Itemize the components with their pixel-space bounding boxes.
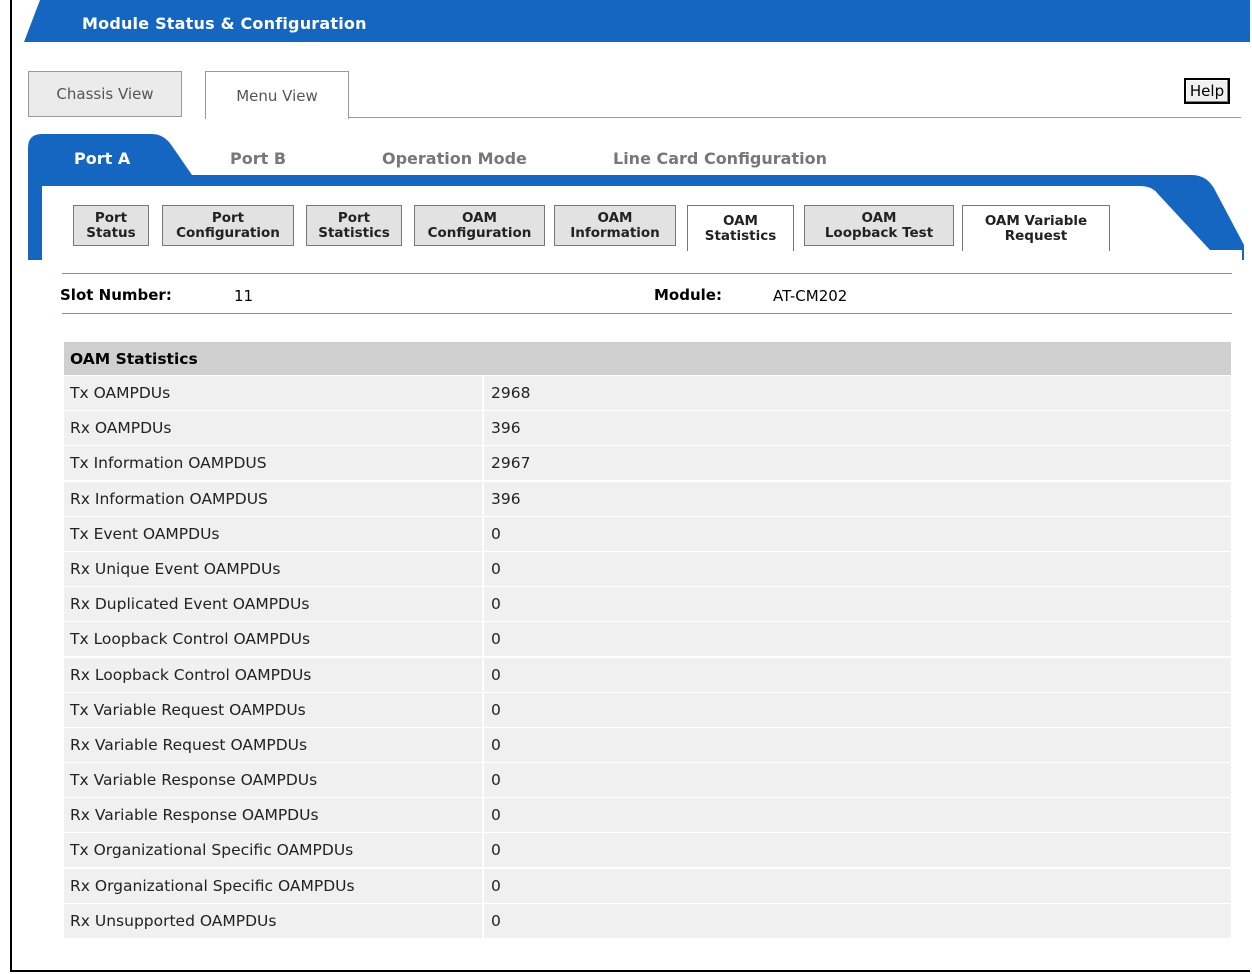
subtab-oam-statistics[interactable]: OAM Statistics [687,205,794,251]
stat-value: 0 [484,657,1231,692]
table-row: Rx Loopback Control OAMPDUs 0 [64,657,1231,692]
stat-value: 0 [484,516,1231,551]
stat-name: Tx Event OAMPDUs [64,516,482,551]
stat-value: 0 [484,551,1231,586]
stat-name: Tx Information OAMPDUS [64,446,482,481]
subtab-line2: Configuration [427,224,532,241]
stat-name: Tx Variable Request OAMPDUs [64,692,482,727]
subtab-line2: Request [1004,227,1068,244]
stat-value: 0 [484,833,1231,868]
tab-menu-view[interactable]: Menu View [205,71,349,119]
table-row: Rx Variable Request OAMPDUs 0 [64,727,1231,762]
subtab-line2: Configuration [176,224,280,241]
stat-name: Rx Unique Event OAMPDUs [64,551,482,586]
table-header: OAM Statistics [64,342,1231,375]
table-row: Rx Information OAMPDUS 396 [64,481,1231,516]
table-row: Tx Event OAMPDUs 0 [64,516,1231,551]
separator-top [62,273,1232,274]
slot-number-value: 11 [234,287,254,305]
table-row: Tx Loopback Control OAMPDUs 0 [64,622,1231,657]
table-row: Rx Unique Event OAMPDUs 0 [64,551,1231,586]
subtab-line1: OAM [462,209,497,226]
subtab-oam-variable-request[interactable]: OAM Variable Request [962,205,1110,251]
stat-name: Rx Variable Request OAMPDUs [64,727,482,762]
subtab-line2: Loopback Test [824,224,934,241]
module-label: Module: [654,286,722,304]
table-row: Rx Variable Response OAMPDUs 0 [64,798,1231,833]
subtab-line1: OAM [597,209,633,226]
stat-value: 0 [484,868,1231,903]
stat-name: Rx Unsupported OAMPDUs [64,903,482,938]
table-row: Tx OAMPDUs 2968 [64,376,1231,410]
stat-name: Tx OAMPDUs [64,376,482,410]
subtab-oam-configuration[interactable]: OAM Configuration [414,205,545,246]
stat-name: Rx Organizational Specific OAMPDUs [64,868,482,903]
subtab-line1: Port [211,209,245,226]
help-button[interactable]: Help [1184,78,1230,104]
table-row: Tx Information OAMPDUS 2967 [64,446,1231,481]
stat-value: 0 [484,587,1231,622]
stat-value: 0 [484,763,1231,798]
subtab-oam-information[interactable]: OAM Information [554,205,676,246]
stat-value: 396 [484,411,1231,446]
subtab-line2: Information [570,224,660,241]
stat-value: 2967 [484,446,1231,481]
stat-name: Rx OAMPDUs [64,411,482,446]
stat-name: Tx Organizational Specific OAMPDUs [64,833,482,868]
subtab-line1: Port [337,209,371,226]
table-row: Rx Duplicated Event OAMPDUs 0 [64,587,1231,622]
separator-bottom [62,313,1232,314]
view-tab-divider [348,117,1241,118]
subtab-line2: Status [86,224,136,241]
subtab-line1: Port [94,209,128,226]
stat-name: Tx Variable Response OAMPDUs [64,763,482,798]
subtab-line1: OAM [723,212,758,229]
app-frame: Module Status & Configuration Chassis Vi… [10,0,1250,972]
stat-value: 0 [484,903,1231,938]
table-body: Tx OAMPDUs 2968 Rx OAMPDUs 396 Tx Informatio… [64,376,1231,938]
module-value: AT-CM202 [773,287,848,305]
stat-value: 0 [484,798,1231,833]
tab-operation-mode[interactable]: Operation Mode [382,149,527,168]
tab-port-b[interactable]: Port B [230,149,286,168]
subtab-port-statistics[interactable]: Port Statistics [306,205,402,246]
stat-value: 396 [484,481,1231,516]
subtab-port-status[interactable]: Port Status [73,205,149,246]
stat-name: Rx Variable Response OAMPDUs [64,798,482,833]
stat-name: Rx Duplicated Event OAMPDUs [64,587,482,622]
tab-port-a[interactable]: Port A [74,149,130,168]
table-row: Tx Variable Response OAMPDUs 0 [64,763,1231,798]
tab-chassis-view[interactable]: Chassis View [28,71,182,117]
stat-value: 0 [484,622,1231,657]
tab-line-card-configuration[interactable]: Line Card Configuration [613,149,827,168]
slot-number-label: Slot Number: [60,286,172,304]
stat-name: Rx Information OAMPDUS [64,481,482,516]
subtab-oam-loopback-test[interactable]: OAM Loopback Test [804,205,954,246]
table-row: Rx Organizational Specific OAMPDUs 0 [64,868,1231,903]
stat-name: Tx Loopback Control OAMPDUs [64,622,482,657]
subtab-line1: OAM [861,209,897,226]
subtab-port-configuration[interactable]: Port Configuration [162,205,294,246]
table-row: Rx OAMPDUs 396 [64,411,1231,446]
subtab-line1: OAM Variable [984,212,1088,229]
page-title: Module Status & Configuration [82,14,367,33]
table-row: Tx Variable Request OAMPDUs 0 [64,692,1231,727]
oam-statistics-table: OAM Statistics Tx OAMPDUs 2968 Rx OAMPDUs 3… [64,342,1231,939]
stat-value: 0 [484,727,1231,762]
subtab-line2: Statistics [704,227,777,244]
stat-value: 2968 [484,376,1231,410]
stat-name: Rx Loopback Control OAMPDUs [64,657,482,692]
table-row: Rx Unsupported OAMPDUs 0 [64,903,1231,938]
subtab-line2: Statistics [318,224,390,241]
table-row: Tx Organizational Specific OAMPDUs 0 [64,833,1231,868]
stat-value: 0 [484,692,1231,727]
